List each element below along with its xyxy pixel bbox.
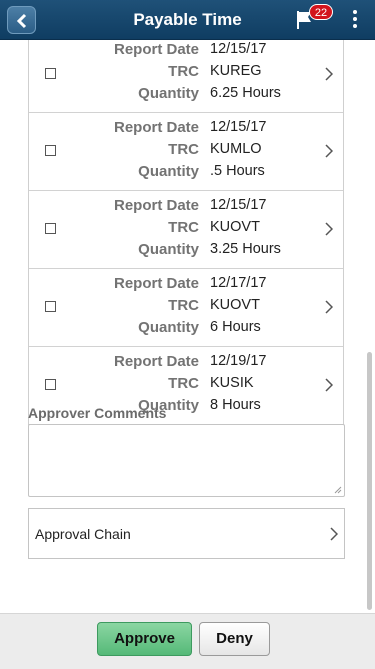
- trc-label: TRC: [168, 375, 199, 392]
- report-date-field: Report Date 12/15/17: [29, 195, 319, 217]
- approver-comments-field[interactable]: [28, 424, 345, 497]
- trc-label: TRC: [168, 219, 199, 236]
- quantity-field: Quantity 6.25 Hours: [29, 83, 319, 105]
- trc-label: TRC: [168, 141, 199, 158]
- quantity-field: Quantity 3.25 Hours: [29, 239, 319, 261]
- approval-chain-row[interactable]: Approval Chain: [28, 508, 345, 559]
- notification-badge[interactable]: 22: [309, 4, 333, 20]
- trc-label: TRC: [168, 297, 199, 314]
- quantity-value: 6 Hours: [210, 319, 261, 335]
- row-fields: Report Date 12/15/17 TRC KUMLO Quantity .5 Ho…: [29, 117, 319, 183]
- time-entry-row[interactable]: Report Date 12/15/17 TRC KUREG Quantity 6.25 …: [29, 40, 343, 113]
- report-date-field: Report Date 12/15/17: [29, 40, 319, 61]
- report-date-value: 12/15/17: [210, 41, 267, 57]
- quantity-field: Quantity 6 Hours: [29, 317, 319, 339]
- report-date-value: 12/15/17: [210, 197, 267, 213]
- more-options-icon[interactable]: [353, 10, 359, 31]
- quantity-value: 6.25 Hours: [210, 85, 281, 101]
- action-footer: Approve Deny: [0, 613, 375, 669]
- trc-value: KUOVT: [210, 219, 260, 235]
- trc-value: KUMLO: [210, 141, 262, 157]
- chevron-right-icon[interactable]: [325, 67, 333, 81]
- quantity-label: Quantity: [138, 85, 199, 102]
- time-entry-row[interactable]: Report Date 12/17/17 TRC KUOVT Quantity 6 Hou…: [29, 269, 343, 347]
- approver-comments-label: Approver Comments: [28, 405, 167, 421]
- resize-grip-icon[interactable]: [334, 486, 342, 494]
- quantity-label: Quantity: [138, 241, 199, 258]
- trc-value: KUOVT: [210, 297, 260, 313]
- chevron-right-icon[interactable]: [325, 300, 333, 314]
- trc-field: TRC KUMLO: [29, 139, 319, 161]
- report-date-label: Report Date: [113, 119, 199, 136]
- approval-chain-label: Approval Chain: [35, 526, 131, 542]
- report-date-field: Report Date 12/17/17: [29, 273, 319, 295]
- report-date-label: Report Date: [113, 41, 199, 58]
- quantity-value: .5 Hours: [210, 163, 265, 179]
- quantity-label: Quantity: [138, 319, 199, 336]
- report-date-field: Report Date 12/19/17: [29, 351, 319, 373]
- header-bar: Payable Time 22: [0, 0, 375, 40]
- quantity-field: Quantity .5 Hours: [29, 161, 319, 183]
- chevron-right-icon[interactable]: [325, 222, 333, 236]
- trc-value: KUSIK: [210, 375, 254, 391]
- approve-button[interactable]: Approve: [97, 622, 192, 656]
- report-date-value: 12/15/17: [210, 119, 267, 135]
- quantity-value: 8 Hours: [210, 397, 261, 413]
- row-fields: Report Date 12/15/17 TRC KUREG Quantity 6.25 …: [29, 40, 319, 105]
- content-area: Report Date 12/15/17 TRC KUREG Quantity 6.25 …: [0, 40, 375, 613]
- trc-field: TRC KUOVT: [29, 217, 319, 239]
- quantity-value: 3.25 Hours: [210, 241, 281, 257]
- deny-button[interactable]: Deny: [199, 622, 270, 656]
- chevron-right-icon: [330, 527, 338, 541]
- report-date-label: Report Date: [113, 197, 199, 214]
- chevron-right-icon[interactable]: [325, 378, 333, 392]
- time-entry-list: Report Date 12/15/17 TRC KUREG Quantity 6.25 …: [28, 40, 344, 425]
- time-entry-row[interactable]: Report Date 12/15/17 TRC KUOVT Quantity 3.25 …: [29, 191, 343, 269]
- report-date-field: Report Date 12/15/17: [29, 117, 319, 139]
- time-entry-row[interactable]: Report Date 12/15/17 TRC KUMLO Quantity .5 Ho…: [29, 113, 343, 191]
- trc-field: TRC KUSIK: [29, 373, 319, 395]
- quantity-label: Quantity: [138, 163, 199, 180]
- trc-label: TRC: [168, 63, 199, 80]
- trc-value: KUREG: [210, 63, 262, 79]
- row-fields: Report Date 12/17/17 TRC KUOVT Quantity 6 Hou…: [29, 273, 319, 339]
- report-date-value: 12/19/17: [210, 353, 267, 369]
- trc-field: TRC KUOVT: [29, 295, 319, 317]
- scrollbar-thumb[interactable]: [367, 352, 372, 610]
- row-fields: Report Date 12/15/17 TRC KUOVT Quantity 3.25 …: [29, 195, 319, 261]
- report-date-value: 12/17/17: [210, 275, 267, 291]
- report-date-label: Report Date: [113, 275, 199, 292]
- trc-field: TRC KUREG: [29, 61, 319, 83]
- report-date-label: Report Date: [113, 353, 199, 370]
- chevron-right-icon[interactable]: [325, 144, 333, 158]
